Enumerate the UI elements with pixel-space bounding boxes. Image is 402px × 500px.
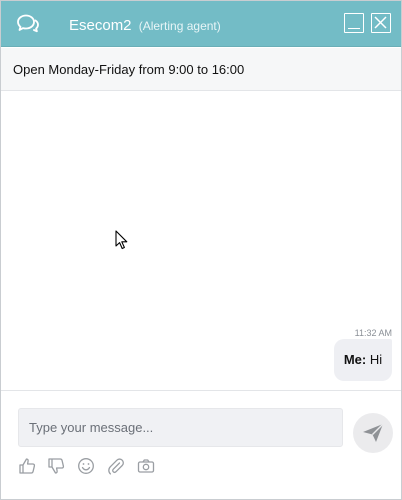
message-sender: Me:: [343, 352, 367, 367]
opening-hours-banner: Open Monday-Friday from 9:00 to 16:00: [1, 48, 401, 91]
agent-role: (Alerting agent): [138, 19, 221, 33]
message-timestamp: 11:32 AM: [354, 328, 392, 338]
message-bubble: Me: Hi: [334, 339, 392, 381]
agent-title: Esecom2 (Alerting agent): [69, 17, 221, 34]
agent-name: Esecom2: [69, 17, 132, 34]
camera-icon[interactable]: [137, 457, 155, 475]
minimize-button[interactable]: [344, 13, 364, 33]
thumbs-up-icon[interactable]: [18, 457, 36, 475]
chat-window: Esecom2 (Alerting agent) Open Monday-Fri…: [0, 0, 402, 500]
paper-plane-icon: [363, 423, 384, 442]
smiley-icon[interactable]: [77, 457, 95, 475]
mouse-pointer-icon: [115, 230, 128, 250]
thumbs-down-icon[interactable]: [47, 457, 65, 475]
send-button[interactable]: [353, 413, 393, 453]
chat-title-bar: Esecom2 (Alerting agent): [1, 1, 401, 47]
close-icon: [374, 16, 387, 29]
paperclip-icon[interactable]: [107, 457, 125, 475]
message-input[interactable]: [18, 408, 343, 447]
message-text: Hi: [369, 352, 383, 367]
chat-bubbles-icon: [16, 13, 40, 35]
close-button[interactable]: [371, 13, 391, 33]
message-composer: [1, 390, 401, 499]
